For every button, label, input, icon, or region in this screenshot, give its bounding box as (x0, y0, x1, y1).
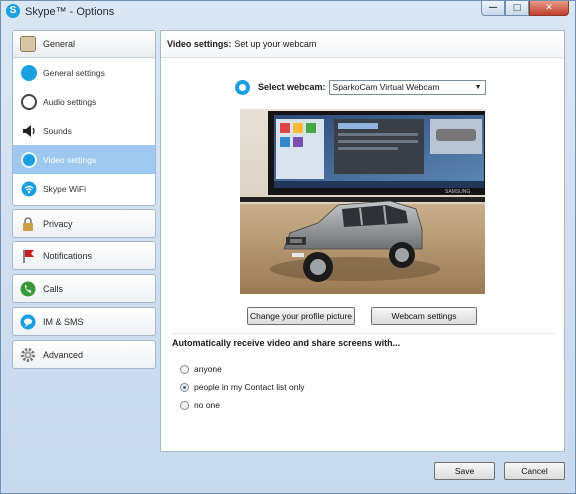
skype-app-icon: S (6, 4, 20, 18)
section-divider (171, 333, 556, 334)
sidebar-group-notifications-header: Notifications (13, 242, 155, 269)
panel-header-title: Video settings: (167, 39, 232, 49)
radio-button (180, 364, 189, 374)
auto-receive-title: Automatically receive video and share sc… (172, 338, 401, 348)
webcam-preview: SAMSUNG (240, 109, 485, 294)
sidebar-item-label: Audio settings (43, 96, 97, 107)
window-controls: — □ ✕ (481, 1, 569, 17)
cancel-button[interactable]: Cancel (504, 462, 565, 480)
wifi-icon (21, 181, 37, 197)
sidebar-group-privacy-header: Privacy (13, 210, 155, 237)
title-bar: S Skype™ - Options — □ ✕ (1, 1, 575, 23)
sidebar-group-privacy[interactable]: Privacy (12, 209, 156, 238)
webcam-select-label: Select webcam: (258, 82, 326, 92)
chat-icon (20, 314, 36, 330)
sidebar-item-video-settings[interactable]: Video settings (13, 145, 155, 174)
maximize-button[interactable]: □ (505, 1, 529, 16)
radio-no-one[interactable]: no one (180, 398, 220, 412)
sidebar-item-skype-wifi[interactable]: Skype WiFi (13, 174, 155, 203)
sidebar-group-im-sms-header: IM & SMS (13, 308, 155, 335)
monitor-brand-text: SAMSUNG (445, 189, 470, 195)
options-window: S Skype™ - Options — □ ✕ General General… (0, 0, 576, 494)
sidebar-item-sounds[interactable]: Sounds (13, 116, 155, 145)
sidebar-group-label: Advanced (43, 349, 84, 360)
close-button[interactable]: ✕ (529, 1, 569, 16)
webcam-icon (21, 151, 37, 168)
sidebar-group-label: General (43, 39, 76, 49)
radio-button (180, 400, 189, 410)
sidebar-group-general-header[interactable]: General (13, 31, 155, 58)
flag-icon (20, 248, 36, 264)
panel-header: Video settings: Set up your webcam (161, 31, 564, 58)
lock-icon (20, 216, 36, 232)
webcam-dropdown[interactable]: SparkoCam Virtual Webcam ▼ (328, 79, 486, 95)
radio-label: no one (194, 400, 220, 410)
sidebar-item-label: Video settings (43, 154, 97, 165)
sidebar-item-label: Sounds (43, 125, 72, 136)
chevron-down-icon: ▼ (474, 83, 482, 91)
sidebar-group-label: Notifications (43, 250, 93, 261)
video-settings-panel: Video settings: Set up your webcam Selec… (160, 30, 565, 452)
sidebar-group-advanced[interactable]: Advanced (12, 340, 156, 369)
webcam-preview-image: SAMSUNG (240, 109, 485, 294)
sidebar-group-label: IM & SMS (43, 316, 84, 327)
webcam-select-row: Select webcam: SparkoCam Virtual Webcam … (235, 78, 486, 96)
panel-header-subtitle: Set up your webcam (234, 39, 317, 49)
sidebar-group-calls[interactable]: Calls (12, 274, 156, 303)
webcam-icon (235, 79, 250, 95)
speaker-icon (21, 123, 37, 139)
radio-label: anyone (194, 364, 222, 374)
sidebar-group-notifications[interactable]: Notifications (12, 241, 156, 270)
phone-icon (20, 281, 36, 297)
sidebar-item-label: General settings (43, 67, 105, 78)
window-title: Skype™ - Options (25, 6, 115, 18)
radio-anyone[interactable]: anyone (180, 362, 222, 376)
gear-icon (20, 347, 36, 363)
sidebar-group-general: General General settings Audio settings … (12, 30, 156, 206)
sidebar-group-calls-header: Calls (13, 275, 155, 302)
save-button[interactable]: Save (434, 462, 495, 480)
sidebar-group-label: Privacy (43, 218, 73, 229)
minimize-button[interactable]: — (481, 1, 505, 16)
radio-contacts-only[interactable]: people in my Contact list only (180, 380, 305, 394)
sidebar-item-general-settings[interactable]: General settings (13, 58, 155, 87)
radio-label: people in my Contact list only (194, 382, 305, 392)
sidebar-group-im-sms[interactable]: IM & SMS (12, 307, 156, 336)
general-switch-icon (20, 36, 36, 52)
radio-button (180, 382, 189, 392)
sidebar-item-label: Skype WiFi (43, 183, 86, 194)
sidebar-item-audio-settings[interactable]: Audio settings (13, 87, 155, 116)
change-profile-picture-button[interactable]: Change your profile picture (247, 307, 355, 325)
webcam-dropdown-value: SparkoCam Virtual Webcam (332, 82, 440, 92)
webcam-settings-button[interactable]: Webcam settings (371, 307, 477, 325)
options-sidebar: General General settings Audio settings … (12, 30, 156, 452)
headset-icon (21, 93, 37, 110)
sidebar-group-label: Calls (43, 283, 64, 294)
sidebar-group-advanced-header: Advanced (13, 341, 155, 368)
skype-icon (21, 64, 37, 81)
